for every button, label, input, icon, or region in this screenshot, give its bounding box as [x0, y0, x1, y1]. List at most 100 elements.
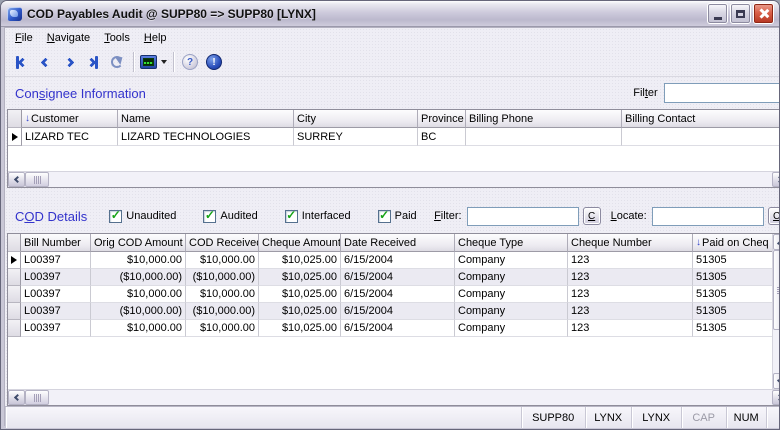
- resize-grip[interactable]: [766, 407, 780, 428]
- help-button[interactable]: ?: [178, 50, 202, 74]
- minimize-button[interactable]: [707, 3, 728, 24]
- cod-vscrollbar[interactable]: [772, 234, 780, 389]
- cod-table: Bill Number Orig COD Amount COD Received…: [7, 233, 780, 406]
- column-header-paid-on-cheque[interactable]: ↓Paid on Cheq: [693, 234, 772, 252]
- column-header-customer[interactable]: ↓Customer: [22, 110, 118, 128]
- column-header-billing-contact[interactable]: Billing Contact: [622, 110, 780, 128]
- column-header-city[interactable]: City: [294, 110, 418, 128]
- column-header-orig-cod-amount[interactable]: Orig COD Amount: [91, 234, 186, 252]
- refresh-button[interactable]: [105, 50, 129, 74]
- table-row[interactable]: L00397 ($10,000.00) ($10,000.00) $10,025…: [8, 269, 772, 286]
- checkbox-label: Paid: [395, 210, 417, 222]
- scroll-left-button[interactable]: [8, 390, 25, 405]
- column-header-date-received[interactable]: Date Received: [341, 234, 455, 252]
- consignee-section-header: Consignee Information Filter: [5, 77, 780, 109]
- checkbox-label: Audited: [220, 210, 257, 222]
- table-row[interactable]: L00397 $10,000.00 $10,000.00 $10,025.00 …: [8, 286, 772, 303]
- column-header-cheque-type[interactable]: Cheque Type: [455, 234, 568, 252]
- checkbox-label: Unaudited: [126, 210, 176, 222]
- cod-filter-input[interactable]: [467, 207, 579, 226]
- hscroll-thumb[interactable]: [25, 390, 49, 405]
- status-message-area: [5, 407, 521, 428]
- cod-locate-label: Locate:: [611, 210, 647, 222]
- previous-record-icon: [40, 57, 50, 67]
- menu-navigate[interactable]: Navigate: [40, 30, 97, 46]
- terminal-dropdown-button[interactable]: [138, 50, 169, 74]
- close-button[interactable]: [753, 3, 774, 24]
- consignee-hscrollbar[interactable]: [8, 171, 780, 187]
- toolbar-separator: [133, 52, 134, 72]
- cod-hscrollbar[interactable]: [8, 389, 780, 405]
- column-header-province[interactable]: Province: [418, 110, 466, 128]
- refresh-icon: [111, 56, 123, 68]
- selector-header-cell: [8, 110, 22, 128]
- current-row-arrow-icon: [11, 256, 17, 264]
- last-record-button[interactable]: [81, 50, 105, 74]
- scroll-down-button[interactable]: [773, 373, 780, 389]
- table-row[interactable]: LIZARD TEC LIZARD TECHNOLOGIES SURREY BC: [8, 128, 780, 146]
- scroll-right-button[interactable]: [772, 172, 780, 187]
- app-window: COD Payables Audit @ SUPP80 => SUPP80 [L…: [0, 0, 780, 430]
- consignee-filter-input[interactable]: [664, 83, 780, 103]
- interfaced-checkbox[interactable]: ✓ Interfaced: [285, 210, 356, 223]
- current-row-arrow-icon: [12, 133, 18, 141]
- status-bar: SUPP80 LYNX LYNX CAP NUM: [5, 406, 780, 428]
- row-selector[interactable]: [8, 269, 21, 286]
- dropdown-caret-icon: [161, 60, 167, 64]
- table-row[interactable]: L00397 ($10,000.00) ($10,000.00) $10,025…: [8, 303, 772, 320]
- first-record-button[interactable]: [9, 50, 33, 74]
- sort-desc-icon: ↓: [25, 113, 30, 124]
- column-header-cod-received[interactable]: COD Received: [186, 234, 259, 252]
- check-icon: ✓: [286, 210, 296, 220]
- next-record-icon: [64, 57, 74, 67]
- toolbar: ? !: [5, 48, 780, 77]
- filter-clear-button[interactable]: C: [583, 207, 601, 225]
- hscroll-thumb[interactable]: [25, 172, 49, 187]
- info-button[interactable]: !: [202, 50, 226, 74]
- status-company: LYNX: [585, 407, 631, 428]
- close-icon: [758, 8, 769, 19]
- table-row[interactable]: L00397 $10,000.00 $10,000.00 $10,025.00 …: [8, 252, 772, 269]
- scroll-up-button[interactable]: [773, 234, 780, 250]
- row-selector[interactable]: [8, 320, 21, 337]
- consignee-section-label: Consignee Information: [15, 86, 146, 101]
- status-capslock: CAP: [681, 407, 726, 428]
- column-header-billing-phone[interactable]: Billing Phone: [466, 110, 622, 128]
- paid-checkbox[interactable]: ✓ Paid: [378, 210, 422, 223]
- client-area: File Navigate Tools Help ? ! Consignee I…: [4, 27, 780, 426]
- checkbox-box: ✓: [203, 210, 216, 223]
- cod-section-header: COD Details ✓ Unaudited ✓ Audited ✓ Inte…: [5, 199, 780, 233]
- scroll-left-button[interactable]: [8, 172, 25, 187]
- cod-filter-label: Filter:: [434, 210, 462, 222]
- title-bar[interactable]: COD Payables Audit @ SUPP80 => SUPP80 [L…: [1, 1, 779, 27]
- column-header-bill-number[interactable]: Bill Number: [21, 234, 91, 252]
- menu-help[interactable]: Help: [137, 30, 174, 46]
- cod-locate-input[interactable]: [652, 207, 764, 226]
- next-record-button[interactable]: [57, 50, 81, 74]
- scroll-right-button[interactable]: [772, 390, 780, 405]
- consignee-table-header: ↓Customer Name City Province Billing Pho…: [8, 110, 780, 128]
- help-icon: ?: [182, 54, 198, 70]
- checkbox-label: Interfaced: [302, 210, 351, 222]
- audited-checkbox[interactable]: ✓ Audited: [203, 210, 262, 223]
- vscroll-thumb[interactable]: [773, 250, 780, 330]
- menu-file[interactable]: File: [8, 30, 40, 46]
- row-selector[interactable]: [8, 303, 21, 320]
- window-title: COD Payables Audit @ SUPP80 => SUPP80 [L…: [27, 7, 705, 21]
- column-header-cheque-amount[interactable]: Cheque Amount: [259, 234, 341, 252]
- checkbox-box: ✓: [285, 210, 298, 223]
- minimize-icon: [714, 17, 722, 20]
- row-selector[interactable]: [8, 286, 21, 303]
- locate-clear-button[interactable]: C: [768, 207, 780, 225]
- unaudited-checkbox[interactable]: ✓ Unaudited: [109, 210, 181, 223]
- maximize-button[interactable]: [730, 3, 751, 24]
- column-header-cheque-number[interactable]: Cheque Number: [568, 234, 693, 252]
- consignee-table: ↓Customer Name City Province Billing Pho…: [7, 109, 780, 188]
- menu-tools[interactable]: Tools: [97, 30, 137, 46]
- check-icon: ✓: [205, 210, 215, 220]
- column-header-name[interactable]: Name: [118, 110, 294, 128]
- previous-record-button[interactable]: [33, 50, 57, 74]
- cod-table-header: Bill Number Orig COD Amount COD Received…: [8, 234, 772, 252]
- table-row[interactable]: L00397 $10,000.00 $10,000.00 $10,025.00 …: [8, 320, 772, 337]
- current-row-indicator: [8, 252, 21, 269]
